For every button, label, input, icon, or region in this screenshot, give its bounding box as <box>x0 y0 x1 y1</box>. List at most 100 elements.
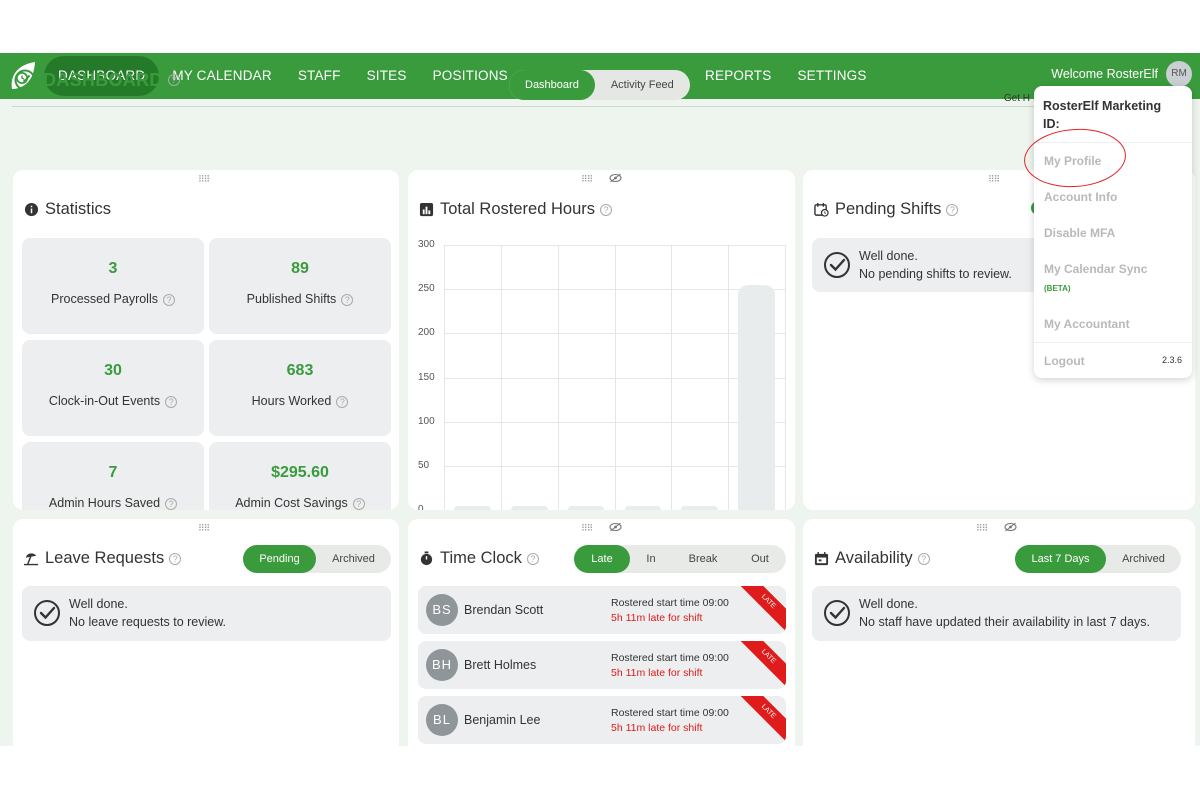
tab-late[interactable]: Late <box>574 545 630 573</box>
stat-tile: 683 Hours Worked? <box>209 340 391 436</box>
help-icon[interactable]: ? <box>341 293 354 306</box>
time-clock-title: Time Clock ? <box>419 549 539 568</box>
chart-bar[interactable] <box>510 506 548 510</box>
stat-label-text: Processed Payrolls <box>51 292 158 306</box>
stat-value: 683 <box>286 362 314 379</box>
drag-handle-icon[interactable]: ⠿⠿ <box>988 175 1008 184</box>
chart-gridline-vertical <box>444 245 445 510</box>
chart-bar[interactable] <box>738 284 775 510</box>
toggle-dashboard[interactable]: Dashboard <box>509 70 595 100</box>
leave-requests-title: Leave Requests ? <box>24 549 182 568</box>
stat-tile: 7 Admin Hours Saved? <box>22 442 204 510</box>
message-title: Well done. <box>859 249 918 263</box>
chart-gridline-vertical <box>671 245 673 510</box>
get-help-link[interactable]: Get H <box>1004 93 1030 104</box>
tab-archived[interactable]: Archived <box>316 545 391 573</box>
time-clock-row[interactable]: BH Brett Holmes Rostered start time 09:0… <box>418 641 786 689</box>
help-icon[interactable]: ? <box>169 552 182 565</box>
leave-requests-card: ⠿⠿ Leave Requests ? Pending Archived Wel… <box>13 519 399 746</box>
leave-requests-title-text: Leave Requests <box>45 549 165 567</box>
tab-last-7-days[interactable]: Last 7 Days <box>1015 545 1106 573</box>
staff-name: Brendan Scott <box>464 603 544 617</box>
availability-message: Well done. No staff have updated their a… <box>812 586 1181 641</box>
late-ribbon: LATE <box>734 641 786 689</box>
menu-divider <box>1034 342 1192 343</box>
help-icon[interactable]: ? <box>165 395 178 408</box>
help-icon[interactable]: ? <box>526 552 539 565</box>
stat-label: Clock-in-Out Events? <box>22 394 204 408</box>
help-icon[interactable]: ? <box>917 552 930 565</box>
message-body: No leave requests to review. <box>69 615 227 629</box>
eye-off-icon[interactable] <box>609 522 622 535</box>
tab-archived[interactable]: Archived <box>1106 545 1181 573</box>
user-avatar[interactable]: RM <box>1166 61 1192 87</box>
eye-off-icon[interactable] <box>1004 522 1017 535</box>
speedometer-icon <box>14 69 36 91</box>
help-icon[interactable]: ? <box>165 497 178 510</box>
menu-my-calendar-sync[interactable]: My Calendar Sync <box>1044 262 1147 276</box>
nav-settings[interactable]: SETTINGS <box>784 56 879 96</box>
staff-name: Brett Holmes <box>464 658 537 672</box>
availability-tabs: Last 7 Days Archived <box>1015 545 1181 573</box>
chart-bar[interactable] <box>567 506 605 510</box>
stat-label-text: Published Shifts <box>246 292 337 306</box>
help-icon[interactable]: ? <box>946 203 959 216</box>
check-circle-icon <box>34 600 60 626</box>
message-body: No staff have updated their availability… <box>859 615 1150 629</box>
welcome-text[interactable]: Welcome RosterElf <box>1051 67 1158 81</box>
late-ribbon: LATE <box>734 586 786 634</box>
y-tick-label: 250 <box>418 283 435 295</box>
chart-bar[interactable] <box>624 506 662 510</box>
nav-staff[interactable]: STAFF <box>285 56 354 96</box>
message-title: Well done. <box>859 597 918 611</box>
calendar-clock-icon <box>814 202 829 217</box>
y-tick-label: 0 <box>418 504 424 510</box>
page-title: DASHBOARD <box>43 69 163 90</box>
stat-value: 89 <box>291 260 309 277</box>
check-circle-icon <box>824 252 850 278</box>
help-icon[interactable]: ? <box>167 74 180 86</box>
message-body: No pending shifts to review. <box>859 267 1012 281</box>
chart-bar[interactable] <box>454 506 491 510</box>
stat-label: Admin Cost Savings? <box>209 496 391 510</box>
drag-handle-icon[interactable]: ⠿⠿ <box>198 175 218 184</box>
nav-reports[interactable]: REPORTS <box>692 56 784 96</box>
info-icon <box>24 202 39 217</box>
rostered-start-time: Rostered start time 09:00 <box>611 652 729 664</box>
leave-requests-tabs: Pending Archived <box>243 545 391 573</box>
staff-avatar: BL <box>426 704 458 736</box>
menu-account-info[interactable]: Account Info <box>1044 190 1117 204</box>
menu-my-accountant[interactable]: My Accountant <box>1044 317 1130 331</box>
help-icon[interactable]: ? <box>163 293 175 306</box>
stopwatch-icon <box>420 551 433 566</box>
stat-label-text: Admin Cost Savings <box>235 496 348 510</box>
leave-requests-message: Well done. No leave requests to review. <box>22 586 391 641</box>
check-circle-icon <box>824 600 850 626</box>
stat-tile: $295.60 Admin Cost Savings? <box>209 442 391 510</box>
tab-in[interactable]: In <box>630 545 672 573</box>
toggle-activity-feed[interactable]: Activity Feed <box>595 70 690 100</box>
header-divider <box>12 106 1042 107</box>
y-tick-label: 100 <box>418 415 435 427</box>
chart-gridline-vertical <box>500 245 502 510</box>
late-ribbon: LATE <box>734 696 786 744</box>
help-icon[interactable]: ? <box>336 395 349 408</box>
drag-handle-icon[interactable]: ⠿⠿ <box>198 524 218 533</box>
y-tick-label: 50 <box>418 459 430 471</box>
help-icon[interactable]: ? <box>352 497 365 510</box>
dashboard-view-toggle: Dashboard Activity Feed <box>509 70 690 100</box>
chart-bar[interactable] <box>681 506 719 510</box>
tab-pending[interactable]: Pending <box>243 545 316 573</box>
time-clock-tabs: Late In Break Out <box>574 545 786 573</box>
tab-break[interactable]: Break <box>672 545 734 573</box>
account-header: RosterElf Marketing ID: <box>1043 97 1161 133</box>
drag-handle-icon[interactable]: ⠿⠿ <box>581 524 601 533</box>
nav-sites[interactable]: SITES <box>354 56 420 96</box>
drag-handle-icon[interactable]: ⠿⠿ <box>976 524 996 533</box>
menu-disable-mfa[interactable]: Disable MFA <box>1044 226 1115 240</box>
time-clock-row[interactable]: BS Brendan Scott Rostered start time 09:… <box>418 586 786 634</box>
menu-logout[interactable]: Logout <box>1044 354 1085 368</box>
tab-out[interactable]: Out <box>734 545 786 573</box>
nav-positions[interactable]: POSITIONS <box>420 56 521 96</box>
time-clock-row[interactable]: BL Benjamin Lee Rostered start time 09:0… <box>418 696 786 744</box>
